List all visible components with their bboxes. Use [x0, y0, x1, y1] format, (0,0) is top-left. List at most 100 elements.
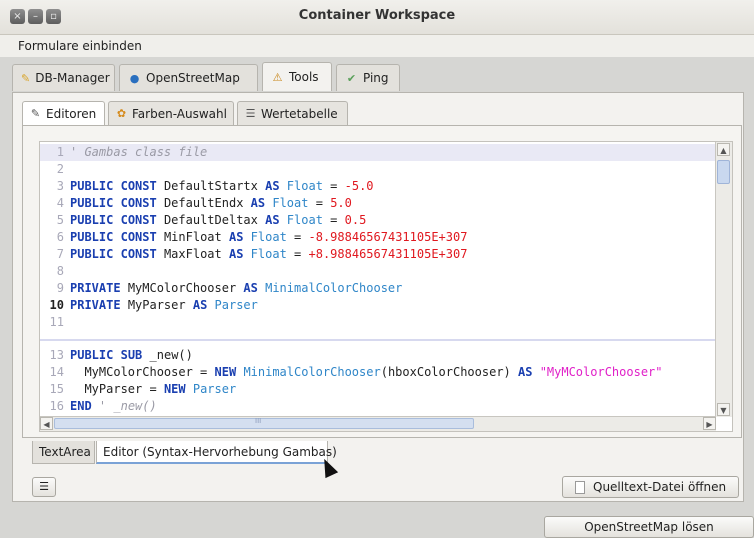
code-token: MinimalColorChooser [243, 365, 381, 379]
compass-icon: ⚠ [272, 70, 283, 84]
tab-textarea[interactable]: TextArea [32, 441, 95, 464]
code-comment: ' _new() [98, 399, 157, 413]
scroll-up-icon[interactable]: ▲ [717, 143, 730, 156]
code-token: _new() [149, 348, 193, 362]
menu-item-formulare[interactable]: Formulare einbinden [18, 39, 142, 53]
code-token: PUBLIC [70, 230, 114, 244]
tab-label: TextArea [39, 445, 91, 459]
scroll-left-icon[interactable]: ◀ [40, 417, 53, 430]
vertical-scroll-thumb[interactable] [717, 160, 730, 184]
window-title: Container Workspace [298, 8, 456, 23]
line-number: 7 [56, 247, 64, 261]
code-token: = [330, 213, 338, 227]
code-line: 11 [40, 314, 716, 331]
code-token: MyParser = [84, 382, 157, 396]
code-token: Float [250, 230, 287, 244]
document-icon [575, 480, 585, 494]
code-line: 10 PRIVATE MyParser AS Parser [40, 297, 716, 314]
check-icon: ✔ [346, 71, 357, 85]
tab-label: Farben-Auswahl [132, 106, 227, 121]
line-number: 11 [49, 315, 64, 329]
code-token: END [70, 399, 92, 413]
code-line: 1 ' Gambas class file [40, 144, 716, 161]
line-number: 10 [49, 298, 64, 312]
open-source-file-button[interactable]: Quelltext-Datei öffnen [562, 476, 739, 498]
scroll-right-icon[interactable]: ▶ [703, 417, 716, 430]
code-token: = [294, 230, 302, 244]
code-token: MyMColorChooser [127, 281, 237, 295]
code-token: CONST [120, 196, 157, 210]
code-token: 0.5 [344, 213, 367, 227]
list-icon: ☰ [245, 107, 256, 120]
code-comment: ' Gambas class file [70, 145, 208, 159]
tab-db-manager[interactable]: ✎ DB-Manager [12, 64, 115, 91]
code-line: 2 [40, 161, 716, 178]
code-token: AS [265, 179, 280, 193]
code-token: MinimalColorChooser [265, 281, 403, 295]
code-token: -8.98846567431105E+307 [308, 230, 468, 244]
tab-label: Wertetabelle [261, 106, 338, 121]
tab-label: Ping [363, 71, 389, 85]
line-number: 5 [56, 213, 64, 227]
globe-icon: ● [129, 71, 140, 85]
code-line: 6 PUBLIC CONST MinFloat AS Float = -8.988… [40, 229, 716, 246]
code-token: AS [250, 196, 266, 210]
code-token: MyMColorChooser = [84, 365, 208, 379]
code-token: NEW [214, 365, 237, 379]
title-bar: × – ▫ Container Workspace [0, 0, 754, 35]
code-line: 5 PUBLIC CONST DefaultDeltax AS Float = 0… [40, 212, 716, 229]
horizontal-scrollbar[interactable]: ◀ III ▶ [40, 416, 716, 431]
code-line: 8 [40, 263, 716, 280]
solve-openstreetmap-button[interactable]: OpenStreetMap lösen [544, 516, 754, 538]
code-token: PUBLIC [70, 247, 114, 261]
line-number: 2 [56, 162, 64, 176]
code-token: 5.0 [330, 196, 352, 210]
code-token: Parser [214, 298, 258, 312]
tab-wertetabelle[interactable]: ☰ Wertetabelle [237, 101, 348, 125]
code-token: AS [228, 230, 244, 244]
code-token: AS [243, 281, 258, 295]
code-editor[interactable]: 1 ' Gambas class file 2 3 PUBLIC CONST Def… [39, 141, 733, 432]
line-number: 15 [49, 382, 64, 396]
line-number: 1 [56, 145, 64, 159]
line-number: 14 [49, 365, 64, 379]
code-token: DefaultDeltax [163, 213, 258, 227]
line-number: 13 [49, 348, 64, 362]
vertical-scrollbar[interactable]: ▲ ▼ [715, 142, 732, 417]
tab-tools[interactable]: ⚠ Tools [262, 62, 332, 91]
line-number: 3 [56, 179, 64, 193]
list-button[interactable]: ☰ [32, 477, 56, 497]
code-line: 7 PUBLIC CONST MaxFloat AS Float = +8.988… [40, 246, 716, 263]
line-number: 9 [56, 281, 64, 295]
code-line: 14 MyMColorChooser = NEW MinimalColorCho… [40, 364, 716, 381]
tab-openstreetmap[interactable]: ● OpenStreetMap [119, 64, 258, 91]
code-token: CONST [120, 179, 157, 193]
line-number: 4 [56, 196, 64, 210]
button-label: Quelltext-Datei öffnen [593, 480, 727, 494]
tab-ping[interactable]: ✔ Ping [336, 64, 400, 91]
tab-label: DB-Manager [35, 71, 110, 85]
palette-icon: ✿ [116, 107, 127, 120]
code-token: AS [228, 247, 244, 261]
tab-editoren[interactable]: ✎ Editoren [22, 101, 105, 125]
wand-icon: ✎ [21, 71, 31, 85]
code-line: 4 PUBLIC CONST DefaultEndx AS Float = 5.0 [40, 195, 716, 212]
code-token: = [330, 179, 338, 193]
code-line: 13 PUBLIC SUB _new() [40, 347, 716, 364]
tab-farben-auswahl[interactable]: ✿ Farben-Auswahl [108, 101, 234, 125]
code-token: DefaultEndx [163, 196, 244, 210]
horizontal-scroll-thumb[interactable]: III [54, 417, 474, 429]
code-token: CONST [120, 213, 157, 227]
tab-label: Tools [289, 70, 319, 84]
code-token: Float [250, 247, 287, 261]
code-token: +8.98846567431105E+307 [308, 247, 468, 261]
tab-editor-syntax[interactable]: Editor (Syntax-Hervorhebung Gambas) [96, 441, 337, 464]
code-token: Float [286, 213, 323, 227]
code-token: PRIVATE [70, 281, 121, 295]
code-token: PUBLIC [70, 196, 114, 210]
list-icon: ☰ [39, 480, 49, 493]
code-token: AS [518, 365, 533, 379]
scroll-down-icon[interactable]: ▼ [717, 403, 730, 416]
line-number: 8 [56, 264, 64, 278]
code-token: NEW [163, 382, 186, 396]
